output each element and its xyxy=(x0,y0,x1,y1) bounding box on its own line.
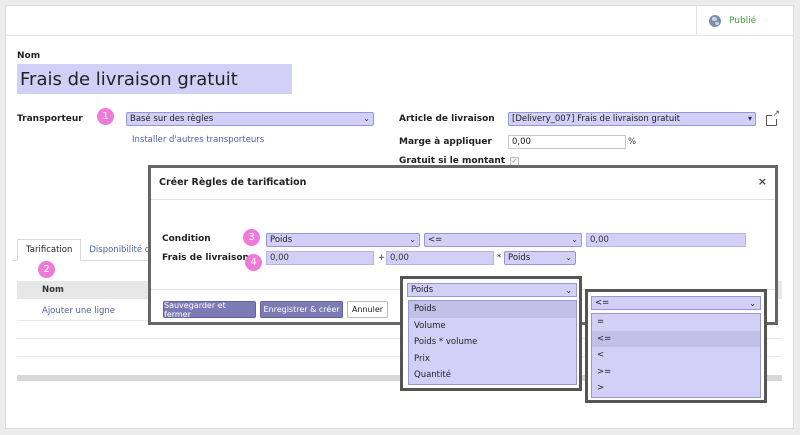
install-carriers-link[interactable]: Installer d'autres transporteurs xyxy=(132,135,264,145)
variable-dropdown-list: Poids Volume Poids * volume Prix Quantit… xyxy=(408,300,577,385)
operator-dropdown-list: = <= < >= > xyxy=(591,313,761,398)
column-header-name[interactable]: Nom xyxy=(42,285,64,295)
chevron-down-icon: ⌄ xyxy=(409,235,416,244)
carrier-label: Transporteur xyxy=(17,114,83,124)
dropdown-option[interactable]: = xyxy=(592,314,760,331)
chevron-down-icon: ⌄ xyxy=(571,235,578,244)
notebook-tabs: Tarification Disponibilité de xyxy=(17,239,163,261)
delivery-product-select[interactable]: [Delivery_007] Frais de livraison gratui… xyxy=(508,112,756,126)
margin-label: Marge à appliquer xyxy=(399,137,492,147)
margin-unit: % xyxy=(628,137,637,147)
name-input[interactable]: Frais de livraison gratuit xyxy=(17,64,292,94)
condition-variable-value: Poids xyxy=(270,235,293,245)
form-topbar: Publié xyxy=(6,6,793,36)
condition-label: Condition xyxy=(162,234,211,244)
save-close-button[interactable]: Sauvegarder et fermer xyxy=(163,301,256,319)
dropdown-option[interactable]: >= xyxy=(592,364,760,381)
variable-dropdown-select[interactable]: Poids ⌄ xyxy=(407,283,577,297)
condition-value-input[interactable]: 0,00 xyxy=(586,233,746,247)
price-variable-value: Poids xyxy=(508,253,531,263)
close-icon[interactable]: × xyxy=(758,175,767,188)
condition-operator-value: <= xyxy=(428,235,443,245)
published-label: Publié xyxy=(729,16,757,26)
cancel-button[interactable]: Annuler xyxy=(347,301,388,318)
dropdown-option[interactable]: Poids * volume xyxy=(409,334,576,351)
tab-pricing[interactable]: Tarification xyxy=(17,239,82,261)
published-button[interactable]: Publié xyxy=(696,6,793,36)
condition-variable-select[interactable]: Poids ⌄ xyxy=(266,233,420,247)
price-variable-select[interactable]: Poids ⌄ xyxy=(504,251,576,265)
save-new-button[interactable]: Enregistrer & créer xyxy=(260,301,343,318)
external-link-icon[interactable] xyxy=(766,110,780,126)
margin-input[interactable]: 0,00 xyxy=(508,135,626,149)
dialog-header-divider xyxy=(151,199,775,200)
delivery-product-value: [Delivery_007] Frais de livraison gratui… xyxy=(512,114,680,124)
name-label: Nom xyxy=(17,51,41,61)
condition-operator-select[interactable]: <= ⌄ xyxy=(424,233,582,247)
globe-icon xyxy=(709,15,721,27)
callout-badge-2: 2 xyxy=(38,261,55,278)
price-factor-input[interactable]: 0,00 xyxy=(386,251,494,265)
dropdown-option[interactable]: Prix xyxy=(409,351,576,368)
carrier-select-value: Basé sur des règles xyxy=(130,114,214,124)
dialog-title: Créer Règles de tarification xyxy=(159,177,307,188)
dropdown-option[interactable]: > xyxy=(592,380,760,397)
chevron-down-icon: ⌄ xyxy=(363,114,370,123)
dropdown-option[interactable]: < xyxy=(592,347,760,364)
times-sign: * xyxy=(497,253,502,263)
chevron-down-icon: ⌄ xyxy=(565,285,572,295)
delivery-product-label: Article de livraison xyxy=(399,114,495,124)
operator-dropdown-select[interactable]: <= ⌄ xyxy=(591,296,761,310)
callout-badge-3: 3 xyxy=(243,229,260,246)
chevron-down-icon: ⌄ xyxy=(749,298,756,308)
add-line-link[interactable]: Ajouter une ligne xyxy=(42,306,115,316)
operator-dropdown-value: <= xyxy=(595,298,610,308)
callout-badge-4: 4 xyxy=(245,254,262,271)
callout-badge-1: 1 xyxy=(97,108,114,125)
dropdown-option[interactable]: Quantité xyxy=(409,367,576,384)
dropdown-option[interactable]: Poids xyxy=(409,301,576,318)
dropdown-option[interactable]: <= xyxy=(592,330,760,347)
carrier-select[interactable]: Basé sur des règles ⌄ xyxy=(126,112,374,126)
delivery-price-label: Frais de livraison xyxy=(162,253,249,263)
price-base-input[interactable]: 0,00 xyxy=(266,251,374,265)
variable-dropdown-value: Poids xyxy=(411,285,434,295)
dropdown-option[interactable]: Volume xyxy=(409,318,576,335)
plus-sign: + xyxy=(378,253,386,263)
chevron-down-icon: ▾ xyxy=(747,114,752,123)
chevron-down-icon: ⌄ xyxy=(565,253,572,262)
